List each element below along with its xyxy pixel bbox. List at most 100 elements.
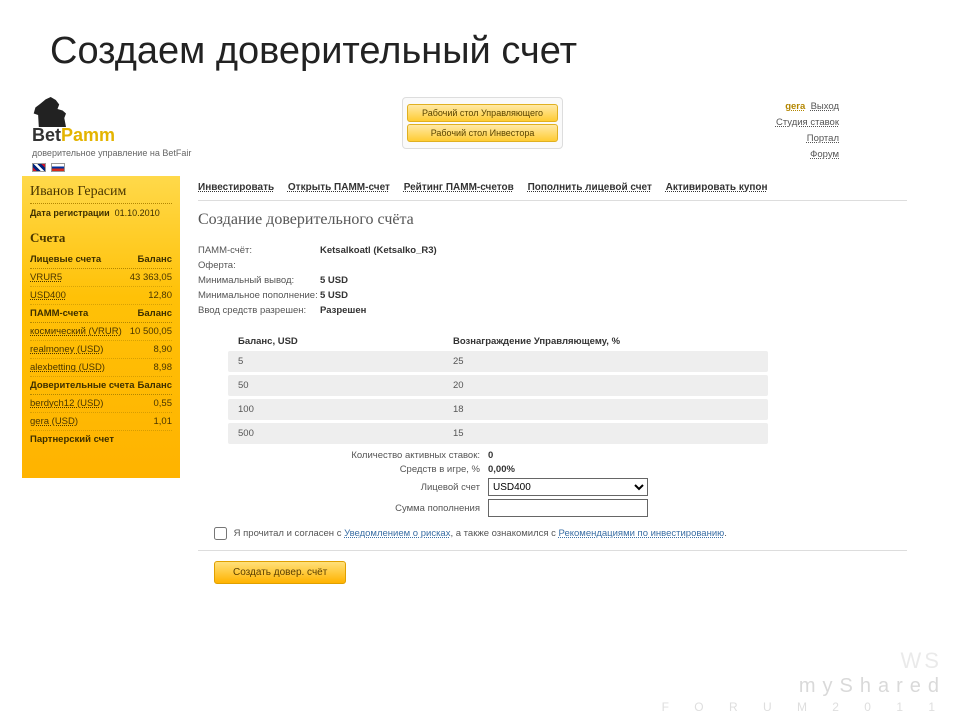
- sidebar-item-label: USD400: [30, 290, 66, 301]
- tier-reward: 20: [453, 380, 464, 391]
- personal-account-select[interactable]: USD400: [488, 478, 648, 496]
- form-personal-account: Лицевой счет USD400: [198, 478, 907, 496]
- slide-title: Создаем доверительный счет: [0, 0, 960, 91]
- sidebar-item-value: 1,01: [154, 416, 173, 427]
- pamm-accounts-label: ПАММ-счета: [30, 308, 88, 319]
- form-value: 0: [488, 450, 493, 461]
- sidebar-item-value: 43 363,05: [130, 272, 172, 283]
- flag-ru-icon[interactable]: [51, 163, 65, 172]
- sidebar-item-label: VRUR5: [30, 272, 62, 283]
- studio-link[interactable]: Студия ставок: [776, 117, 839, 128]
- logo-block: BetPamm доверительное управление на BetF…: [32, 97, 191, 175]
- logo-accent: Bet: [32, 125, 61, 145]
- sidebar-item-value: 12,80: [148, 290, 172, 301]
- tier-reward: 18: [453, 404, 464, 415]
- logo-rest: Pamm: [61, 125, 115, 145]
- form-label: Средств в игре, %: [198, 464, 488, 475]
- form-label: Лицевой счет: [198, 482, 488, 493]
- sidebar-item-usd400[interactable]: USD400 12,80: [30, 287, 172, 305]
- tier-row: 10018: [228, 399, 768, 420]
- info-perm: Ввод средств разрешен:Разрешен: [198, 303, 907, 318]
- form-funds-in-play: Средств в игре, %0,00%: [198, 464, 907, 475]
- sidebar-item-realmoney[interactable]: realmoney (USD)8,90: [30, 341, 172, 359]
- tier-table: Баланс, USD Вознаграждение Управляющему,…: [228, 332, 768, 444]
- tab-open-pamm[interactable]: Открыть ПАММ-счет: [288, 182, 390, 193]
- investor-desktop-button[interactable]: Рабочий стол Инвестора: [407, 124, 558, 142]
- tier-reward: 15: [453, 428, 464, 439]
- forum-link[interactable]: Форум: [810, 149, 839, 160]
- recommendation-link[interactable]: Рекомендациями по инвестированию: [559, 528, 725, 539]
- sidebar-item-label: realmoney (USD): [30, 344, 103, 355]
- logout-link[interactable]: Выход: [811, 101, 839, 112]
- sidebar-item-gera[interactable]: gera (USD) 1,01: [30, 413, 172, 431]
- tier-row: 50015: [228, 423, 768, 444]
- sidebar-item-label: berdych12 (USD): [30, 398, 103, 409]
- sidebar-item-value: 0,55: [154, 398, 173, 409]
- sidebar-reg: Дата регистрации 01.10.2010: [30, 208, 172, 218]
- tab-coupon[interactable]: Активировать купон: [666, 182, 768, 193]
- watermark-text: myShared: [799, 675, 946, 698]
- portal-link[interactable]: Портал: [807, 133, 839, 144]
- app-header: BetPamm доверительное управление на BetF…: [22, 91, 907, 176]
- create-trust-account-button[interactable]: Создать довер. счёт: [214, 561, 346, 584]
- agree-block: Я прочитал и согласен с Уведомлением о р…: [214, 527, 907, 540]
- sidebar-item-value: 10 500,05: [130, 326, 172, 337]
- info-value: 5 USD: [320, 290, 348, 301]
- info-value: 5 USD: [320, 275, 348, 286]
- partner-account-label: Партнерский счет: [30, 434, 114, 445]
- agree-checkbox[interactable]: [214, 527, 227, 540]
- divider: [198, 200, 907, 201]
- balance-label: Баланс: [138, 254, 172, 265]
- sidebar-partner-head[interactable]: Партнерский счет: [30, 431, 172, 448]
- sidebar-item-value: 8,98: [154, 362, 173, 373]
- info-label: Ввод средств разрешен:: [198, 305, 320, 316]
- logo-text: BetPamm: [32, 125, 191, 146]
- tier-h2: Вознаграждение Управляющему, %: [453, 336, 620, 347]
- info-pamm: ПАММ-счёт:Ketsalkoatl (Ketsalko_R3): [198, 243, 907, 258]
- sidebar-trust-head: Доверительные счета Баланс: [30, 377, 172, 395]
- info-value: Разрешен: [320, 305, 366, 316]
- user-links: gera Выход Студия ставок Портал Форум: [776, 99, 839, 164]
- info-label: Минимальное пополнение:: [198, 290, 320, 301]
- amount-input[interactable]: [488, 499, 648, 517]
- sidebar-item-vrur5[interactable]: VRUR5 43 363,05: [30, 269, 172, 287]
- agree-text: .: [724, 528, 727, 539]
- current-user[interactable]: gera: [785, 101, 805, 112]
- tier-reward: 25: [453, 356, 464, 367]
- tab-rating[interactable]: Рейтинг ПАММ-счетов: [404, 182, 514, 193]
- info-label: Оферта:: [198, 260, 320, 271]
- manager-desktop-button[interactable]: Рабочий стол Управляющего: [407, 104, 558, 122]
- agree-text: , а также ознакомился с: [450, 528, 558, 539]
- tier-balance: 100: [238, 404, 453, 415]
- sidebar: Иванов Герасим Дата регистрации 01.10.20…: [22, 176, 180, 478]
- trust-accounts-label: Доверительные счета: [30, 380, 135, 391]
- sidebar-username: Иванов Герасим: [30, 184, 172, 204]
- sidebar-item-berdych[interactable]: berdych12 (USD) 0,55: [30, 395, 172, 413]
- info-offer: Оферта:: [198, 258, 907, 273]
- sidebar-accounts-heading: Счета: [30, 230, 172, 246]
- divider: [198, 550, 907, 551]
- tier-row: 5020: [228, 375, 768, 396]
- personal-accounts-label: Лицевые счета: [30, 254, 101, 265]
- watermark-icon: WS: [901, 648, 942, 674]
- sidebar-item-cosmic[interactable]: космический (VRUR)10 500,05: [30, 323, 172, 341]
- tier-balance: 5: [238, 356, 453, 367]
- top-buttons: Рабочий стол Управляющего Рабочий стол И…: [402, 97, 563, 149]
- tab-invest[interactable]: Инвестировать: [198, 182, 274, 193]
- sidebar-item-label: gera (USD): [30, 416, 78, 427]
- logo-tagline: доверительное управление на BetFair: [32, 148, 191, 158]
- form-active-bets: Количество активных ставок:0: [198, 450, 907, 461]
- sidebar-pamm-head: ПАММ-счета Баланс: [30, 305, 172, 323]
- sidebar-personal-head: Лицевые счета Баланс: [30, 251, 172, 269]
- tier-balance: 50: [238, 380, 453, 391]
- sidebar-item-alexbetting[interactable]: alexbetting (USD)8,98: [30, 359, 172, 377]
- risk-link[interactable]: Уведомлением о рисках: [344, 528, 450, 539]
- form-label: Сумма пополнения: [198, 503, 488, 514]
- form-value: 0,00%: [488, 464, 515, 475]
- info-label: Минимальный вывод:: [198, 275, 320, 286]
- tab-topup[interactable]: Пополнить лицевой счет: [528, 182, 652, 193]
- knight-icon: [32, 97, 66, 127]
- flag-uk-icon[interactable]: [32, 163, 46, 172]
- info-value: Ketsalkoatl (Ketsalko_R3): [320, 245, 437, 256]
- watermark-sub: F O R U M 2 0 1 1: [662, 700, 946, 714]
